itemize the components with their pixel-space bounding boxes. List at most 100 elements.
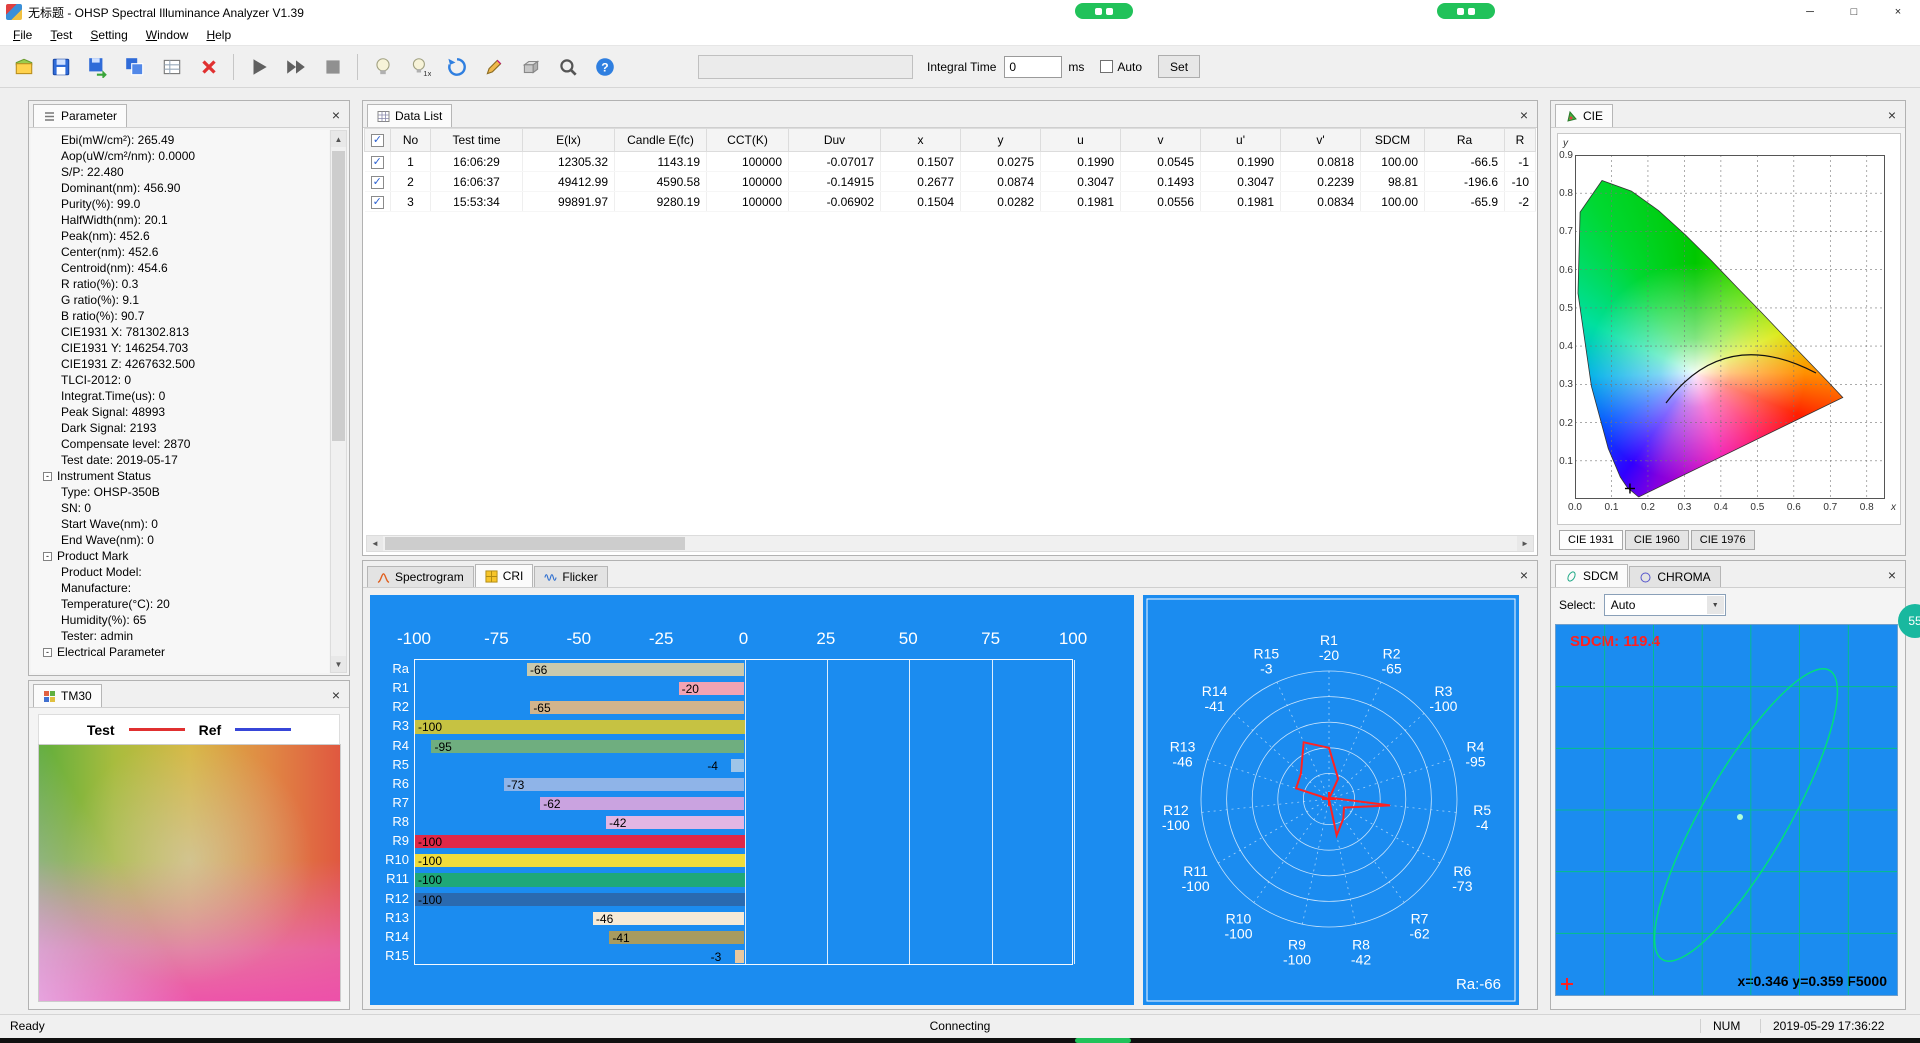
column-header[interactable]: y xyxy=(961,129,1041,152)
tree-item[interactable]: Peak(nm): 452.6 xyxy=(35,228,329,244)
chevron-down-icon[interactable]: ▼ xyxy=(1707,596,1724,614)
edit-icon[interactable] xyxy=(476,50,511,84)
column-header[interactable]: Duv xyxy=(789,129,881,152)
tree-item[interactable]: Test date: 2019-05-17 xyxy=(35,452,329,468)
run-icon[interactable] xyxy=(241,50,276,84)
stop-icon[interactable] xyxy=(315,50,350,84)
collapse-icon[interactable]: - xyxy=(43,648,52,657)
table-row[interactable]: ✓216:06:3749412.994590.58100000-0.149150… xyxy=(365,172,1536,192)
scroll-down-icon[interactable]: ▼ xyxy=(331,656,346,672)
datalist-panel-tab[interactable]: Data List xyxy=(367,104,452,127)
cie-panel-tab[interactable]: CIE xyxy=(1555,104,1613,127)
close-icon[interactable]: × xyxy=(1515,106,1533,124)
measure-bulb-1x-icon[interactable]: 1x xyxy=(402,50,437,84)
select-all-checkbox[interactable]: ✓ xyxy=(371,134,384,147)
tab-cie-1960[interactable]: CIE 1960 xyxy=(1625,530,1689,550)
table-row[interactable]: ✓116:06:2912305.321143.19100000-0.070170… xyxy=(365,152,1536,172)
minimize-button[interactable]: ─ xyxy=(1788,0,1832,24)
row-checkbox[interactable]: ✓ xyxy=(371,156,384,169)
tree-item[interactable]: Dominant(nm): 456.90 xyxy=(35,180,329,196)
report-icon[interactable] xyxy=(154,50,189,84)
horizontal-scrollbar[interactable]: ◄ ► xyxy=(366,535,1534,552)
tree-item[interactable]: Start Wave(nm): 0 xyxy=(35,516,329,532)
column-header[interactable]: v xyxy=(1121,129,1201,152)
tree-item[interactable]: -Product Mark xyxy=(35,548,329,564)
column-header[interactable]: u xyxy=(1041,129,1121,152)
tree-item[interactable]: Centroid(nm): 454.6 xyxy=(35,260,329,276)
table-row[interactable]: ✓315:53:3499891.979280.19100000-0.069020… xyxy=(365,192,1536,212)
tree-item[interactable]: -Instrument Status xyxy=(35,468,329,484)
tree-item[interactable]: CIE1931 Z: 4267632.500 xyxy=(35,356,329,372)
column-header[interactable]: x xyxy=(881,129,961,152)
save-icon[interactable] xyxy=(43,50,78,84)
tree-item[interactable]: CIE1931 Y: 146254.703 xyxy=(35,340,329,356)
set-button[interactable]: Set xyxy=(1158,55,1200,78)
tree-item[interactable]: Ebi(mW/cm²): 265.49 xyxy=(35,132,329,148)
tab-cri[interactable]: CRI xyxy=(475,564,534,587)
column-header[interactable]: CCT(K) xyxy=(707,129,789,152)
close-icon[interactable]: × xyxy=(327,106,345,124)
tree-item[interactable]: HalfWidth(nm): 20.1 xyxy=(35,212,329,228)
tree-item[interactable]: Humidity(%): 65 xyxy=(35,612,329,628)
integral-time-input[interactable] xyxy=(1004,56,1062,78)
measure-bulb-icon[interactable] xyxy=(365,50,400,84)
print-preview-icon[interactable] xyxy=(513,50,548,84)
tree-item[interactable]: Type: OHSP-350B xyxy=(35,484,329,500)
tree-item[interactable]: S/P: 22.480 xyxy=(35,164,329,180)
tree-item[interactable]: Aop(uW/cm²/nm): 0.0000 xyxy=(35,148,329,164)
tree-item[interactable]: Dark Signal: 2193 xyxy=(35,420,329,436)
menu-file[interactable]: File xyxy=(4,26,41,44)
column-header[interactable]: Test time xyxy=(431,129,523,152)
column-header[interactable]: Ra xyxy=(1425,129,1505,152)
tree-item[interactable]: Compensate level: 2870 xyxy=(35,436,329,452)
menu-setting[interactable]: Setting xyxy=(81,26,136,44)
menu-window[interactable]: Window xyxy=(137,26,198,44)
close-icon[interactable]: × xyxy=(1515,566,1533,584)
scrollbar-thumb[interactable] xyxy=(385,537,685,550)
column-header[interactable]: No xyxy=(391,129,431,152)
tree-item[interactable]: -Electrical Parameter xyxy=(35,644,329,660)
tree-item[interactable]: Center(nm): 452.6 xyxy=(35,244,329,260)
vertical-scrollbar[interactable]: ▲ ▼ xyxy=(330,130,347,673)
tab-cie-1931[interactable]: CIE 1931 xyxy=(1559,530,1623,550)
export-icon[interactable] xyxy=(80,50,115,84)
export-all-icon[interactable] xyxy=(117,50,152,84)
delete-icon[interactable] xyxy=(191,50,226,84)
column-header[interactable]: R xyxy=(1505,129,1536,152)
tree-item[interactable]: Peak Signal: 48993 xyxy=(35,404,329,420)
tab-sdcm[interactable]: SDCM xyxy=(1555,564,1628,587)
tree-item[interactable]: End Wave(nm): 0 xyxy=(35,532,329,548)
mode-select[interactable]: Auto ▼ xyxy=(1604,594,1726,616)
tree-item[interactable]: R ratio(%): 0.3 xyxy=(35,276,329,292)
tree-item[interactable]: Manufacture: xyxy=(35,580,329,596)
zoom-icon[interactable] xyxy=(550,50,585,84)
column-header[interactable]: Candle E(fc) xyxy=(615,129,707,152)
close-icon[interactable]: × xyxy=(327,686,345,704)
tab-flicker[interactable]: Flicker xyxy=(534,566,607,587)
tab-spectrogram[interactable]: Spectrogram xyxy=(367,566,474,587)
help-icon[interactable]: ? xyxy=(587,50,622,84)
auto-checkbox[interactable] xyxy=(1100,60,1113,73)
column-header[interactable]: E(lx) xyxy=(523,129,615,152)
collapse-icon[interactable]: - xyxy=(43,552,52,561)
tree-item[interactable]: G ratio(%): 9.1 xyxy=(35,292,329,308)
tree-item[interactable]: Product Model: xyxy=(35,564,329,580)
tree-item[interactable]: SN: 0 xyxy=(35,500,329,516)
column-header[interactable]: u' xyxy=(1201,129,1281,152)
close-button[interactable]: × xyxy=(1876,0,1920,24)
tab-cie-1976[interactable]: CIE 1976 xyxy=(1691,530,1755,550)
tab-chroma[interactable]: CHROMA xyxy=(1629,566,1720,587)
tree-item[interactable]: B ratio(%): 90.7 xyxy=(35,308,329,324)
calibrate-icon[interactable] xyxy=(439,50,474,84)
tree-item[interactable]: CIE1931 X: 781302.813 xyxy=(35,324,329,340)
tree-item[interactable]: Purity(%): 99.0 xyxy=(35,196,329,212)
scroll-right-icon[interactable]: ► xyxy=(1517,536,1533,551)
run-continuous-icon[interactable] xyxy=(278,50,313,84)
column-header[interactable]: v' xyxy=(1281,129,1361,152)
close-icon[interactable]: × xyxy=(1883,566,1901,584)
menu-help[interactable]: Help xyxy=(197,26,240,44)
new-file-icon[interactable] xyxy=(6,50,41,84)
scroll-left-icon[interactable]: ◄ xyxy=(367,536,383,551)
collapse-icon[interactable]: - xyxy=(43,472,52,481)
row-checkbox[interactable]: ✓ xyxy=(371,196,384,209)
